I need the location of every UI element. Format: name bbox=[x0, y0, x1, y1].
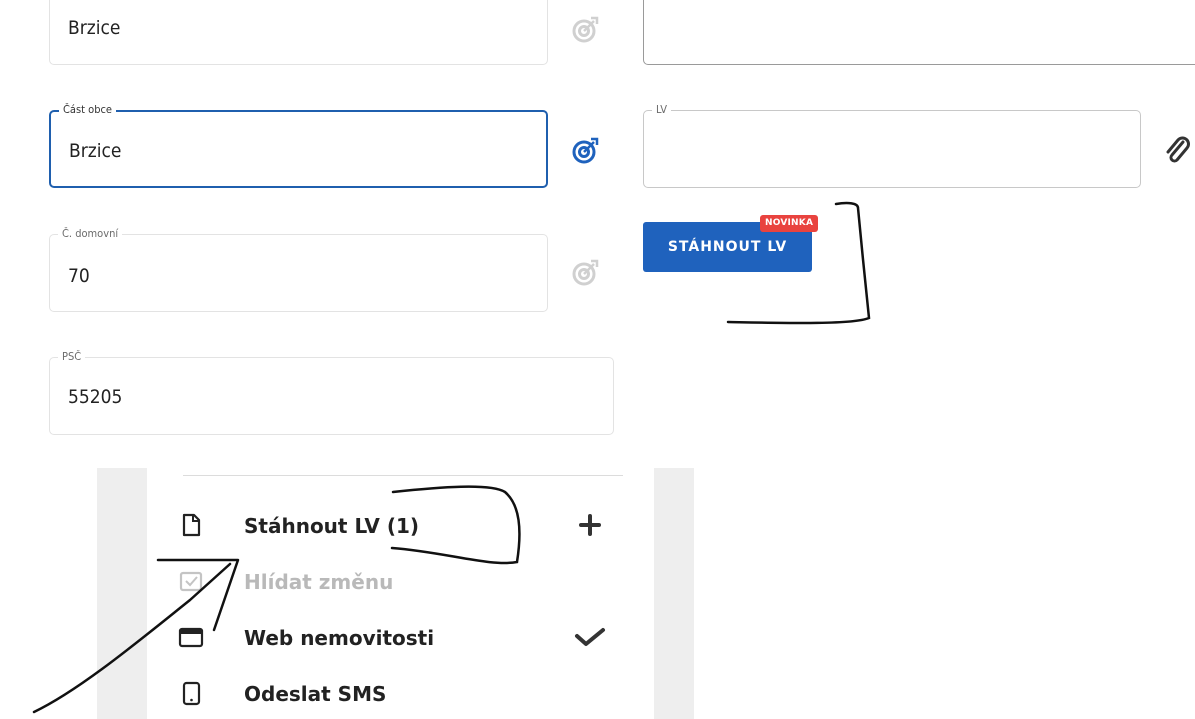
phone-icon bbox=[182, 681, 201, 706]
new-badge: NOVINKA bbox=[760, 215, 819, 232]
checkmark-icon bbox=[575, 628, 605, 646]
menu-item-send-sms[interactable]: Odeslat SMS bbox=[178, 672, 648, 712]
menu-item-label: Web nemovitosti bbox=[244, 626, 435, 650]
menu-item-watch-change[interactable]: Hlídat změnu bbox=[178, 560, 648, 600]
menu-item-download-lv[interactable]: Stáhnout LV (1) bbox=[178, 504, 648, 544]
menu-item-label: Odeslat SMS bbox=[244, 682, 387, 706]
browser-window-icon bbox=[178, 627, 204, 648]
geolocate-icon[interactable] bbox=[570, 15, 600, 45]
menu-item-label: Hlídat změnu bbox=[244, 570, 394, 594]
obec-value: Brzice bbox=[68, 17, 121, 39]
geolocate-icon[interactable] bbox=[570, 258, 600, 288]
house-number-label: Č. domovní bbox=[58, 227, 123, 241]
house-number-value: 70 bbox=[68, 265, 90, 287]
postal-code-field[interactable]: PSČ 55205 bbox=[49, 350, 614, 435]
plus-icon[interactable] bbox=[573, 512, 607, 538]
cast-obce-value: Brzice bbox=[69, 140, 122, 162]
paperclip-icon[interactable] bbox=[1163, 136, 1193, 166]
menu-item-property-web[interactable]: Web nemovitosti bbox=[178, 616, 648, 656]
menu-item-label: Stáhnout LV (1) bbox=[244, 514, 420, 538]
checkbox-icon bbox=[179, 571, 203, 592]
house-number-field[interactable]: Č. domovní 70 bbox=[49, 227, 548, 312]
file-icon bbox=[182, 513, 201, 537]
menu-divider bbox=[183, 475, 623, 476]
cast-obce-label: Část obce bbox=[59, 103, 117, 117]
postal-code-value: 55205 bbox=[68, 386, 123, 408]
obec-field[interactable]: Brzice bbox=[49, 0, 548, 65]
lv-label: LV bbox=[652, 103, 672, 117]
cast-obce-field[interactable]: Část obce Brzice bbox=[49, 103, 548, 188]
right-top-field[interactable] bbox=[643, 0, 1195, 65]
lv-field[interactable]: LV bbox=[643, 103, 1141, 188]
geolocate-icon[interactable] bbox=[570, 136, 600, 166]
postal-code-label: PSČ bbox=[58, 350, 86, 364]
